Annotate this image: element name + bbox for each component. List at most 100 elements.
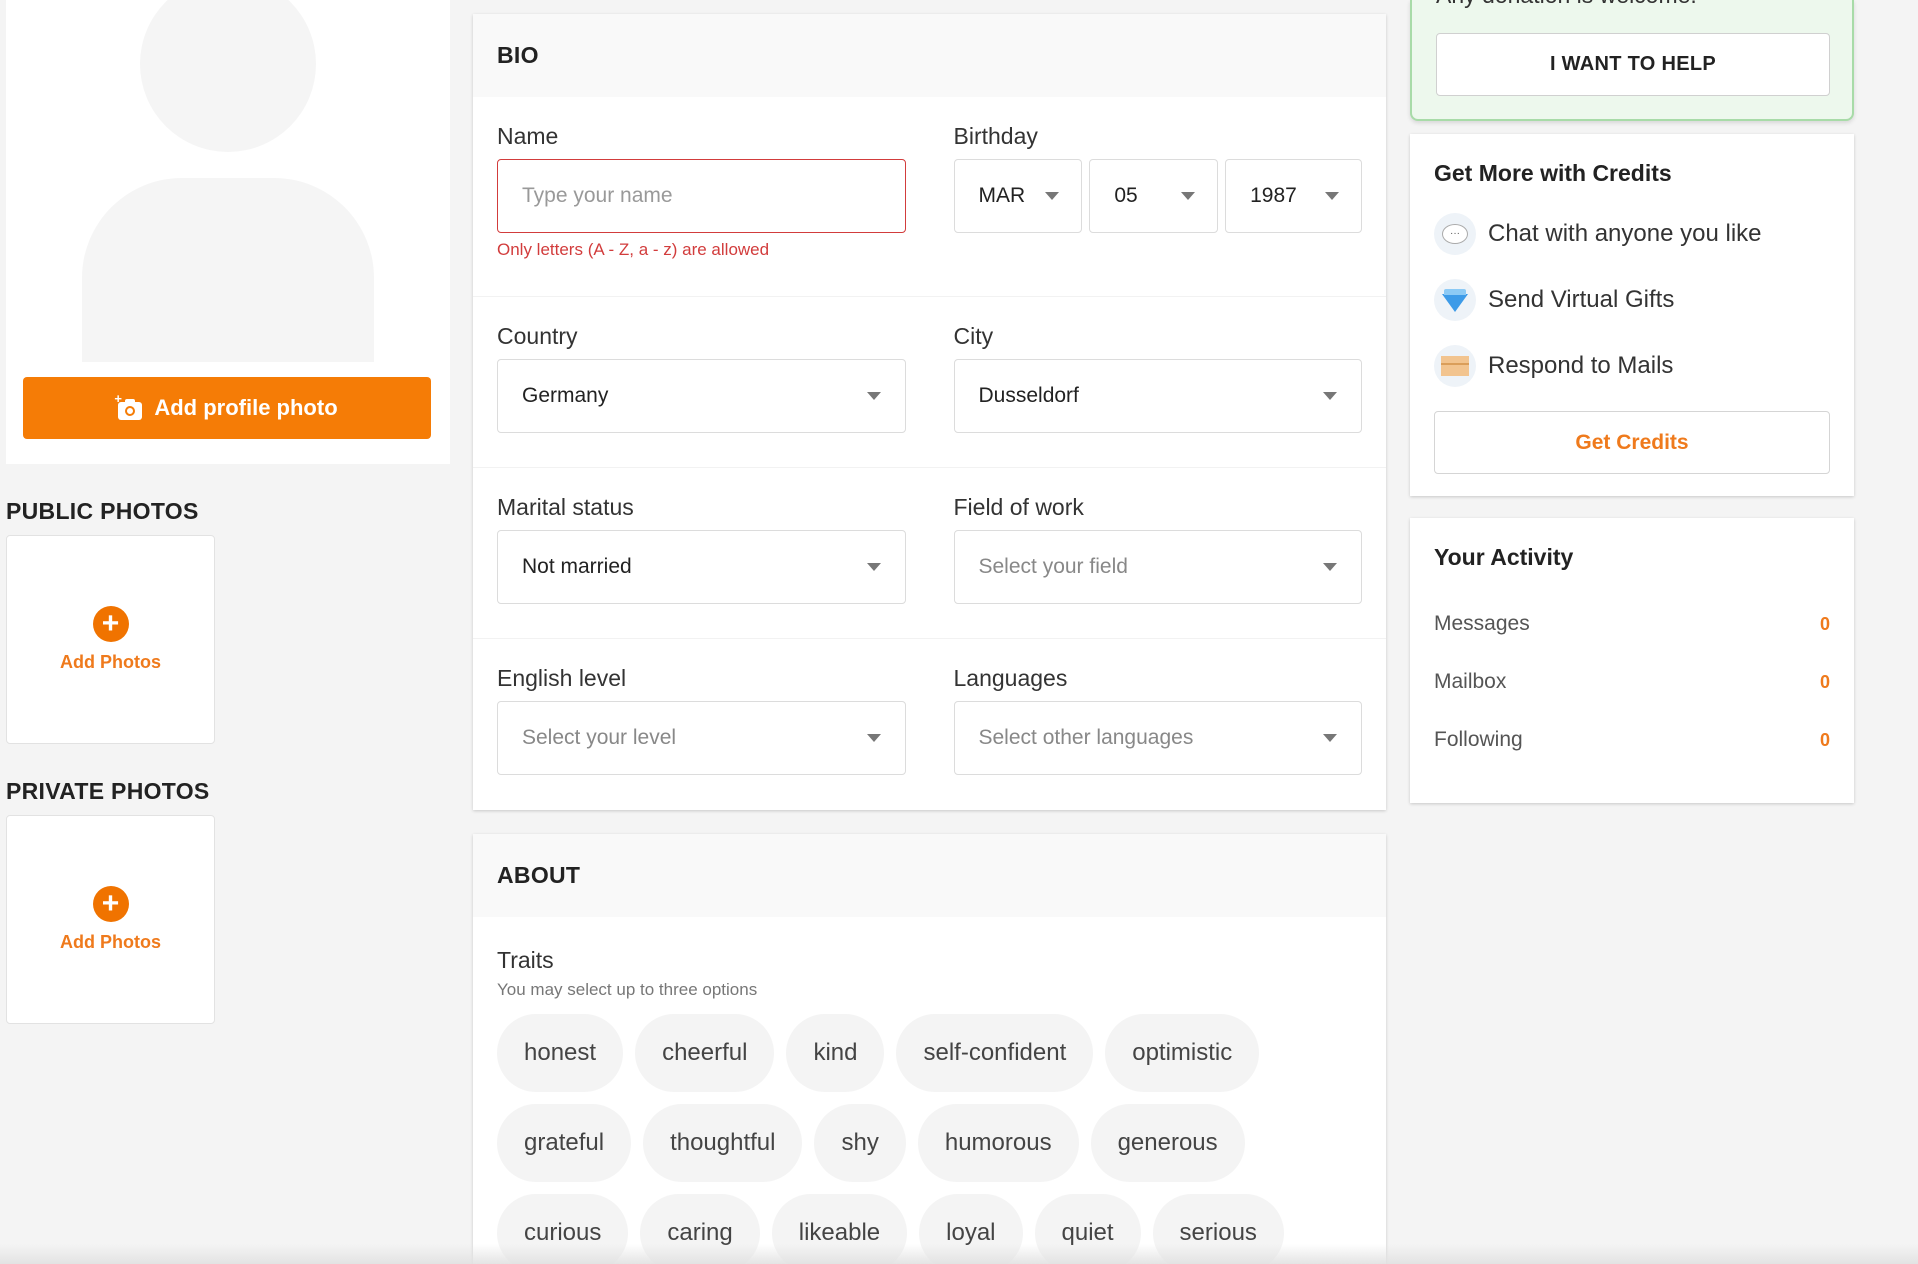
trait-chip-likeable[interactable]: likeable [771,1194,908,1264]
add-profile-photo-button[interactable]: + Add profile photo [23,377,431,439]
add-photos-label: Add Photos [60,652,161,672]
marital-status-select[interactable]: Not married [497,530,906,604]
field-of-work-select[interactable]: Select your field [953,530,1362,604]
activity-row-messages[interactable]: Messages 0 [1434,595,1830,653]
marital-status-value: Not married [522,555,632,578]
left-column: + Add profile photo PUBLIC PHOTOS + Add … [6,0,450,1024]
name-field-group: Name Only letters (A - Z, a - z) are all… [497,123,906,296]
chevron-down-icon [1323,392,1337,400]
add-private-photos-button[interactable]: + Add Photos [6,815,215,1024]
profile-photo-card: + Add profile photo [6,0,450,464]
trait-chip-cheerful[interactable]: cheerful [635,1014,775,1092]
add-camera-icon: + [114,392,143,420]
add-profile-photo-label: Add profile photo [154,395,338,420]
country-select[interactable]: Germany [497,359,906,433]
trait-chip-generous[interactable]: generous [1090,1104,1245,1182]
trait-chip-self-confident[interactable]: self-confident [896,1014,1094,1092]
feature-label: Chat with anyone you like [1488,220,1762,247]
get-credits-button[interactable]: Get Credits [1434,411,1830,474]
birthday-day-select[interactable]: 05 [1089,159,1219,233]
add-photos-label: Add Photos [60,932,161,952]
traits-list: honest cheerful kind self-confident optimist… [497,1014,1357,1264]
english-level-select[interactable]: Select your level [497,701,906,775]
traits-hint: You may select up to three options [497,980,758,999]
avatar-placeholder-head [140,0,316,152]
main-column: BIO Name Only letters (A - Z, a - z) are… [473,14,1386,1264]
city-value: Dusseldorf [978,384,1079,407]
country-value: Germany [522,384,609,407]
trait-chip-quiet[interactable]: quiet [1034,1194,1141,1264]
city-label: City [953,323,994,349]
birthday-field-group: Birthday MAR 05 1987 [953,123,1363,296]
bio-row-location: Country Germany City Dusseldorf [473,297,1386,468]
bio-row-languages: English level Select your level Language… [473,639,1386,810]
activity-card: Your Activity Messages 0 Mailbox 0 Follo… [1410,518,1854,803]
bio-card: BIO Name Only letters (A - Z, a - z) are… [473,14,1386,810]
about-card: ABOUT Traits You may select up to three … [473,834,1386,1264]
name-error-message: Only letters (A - Z, a - z) are allowed [497,240,770,259]
trait-chip-caring[interactable]: caring [640,1194,760,1264]
activity-row-mailbox[interactable]: Mailbox 0 [1434,653,1830,711]
chevron-down-icon [866,392,881,400]
feature-item: ··· Chat with anyone you like [1434,213,1830,255]
public-photos-title: PUBLIC PHOTOS [6,498,199,524]
field-of-work-label: Field of work [953,494,1084,520]
trait-chip-grateful[interactable]: grateful [497,1104,632,1182]
city-select[interactable]: Dusseldorf [953,359,1362,433]
traits-label: Traits [497,947,554,973]
english-level-label: English level [497,665,627,691]
languages-select[interactable]: Select other languages [953,701,1362,775]
languages-placeholder: Select other languages [978,726,1194,749]
trait-chip-humorous[interactable]: humorous [917,1104,1079,1182]
feature-item: Respond to Mails [1434,345,1830,387]
bio-title: BIO [473,14,1386,97]
name-label: Name [497,123,559,149]
trait-chip-kind[interactable]: kind [786,1014,885,1092]
plus-circle-icon: + [92,606,129,642]
chat-bubble-icon: ··· [1434,213,1476,255]
chevron-down-icon [1323,563,1337,571]
chevron-down-icon [1323,734,1337,742]
english-level-placeholder: Select your level [522,726,677,749]
trait-chip-thoughtful[interactable]: thoughtful [643,1104,803,1182]
donation-text: Any donation is welcome. [1436,0,1697,9]
activity-label: Mailbox [1434,670,1507,693]
birthday-year-value: 1987 [1250,184,1297,207]
add-public-photos-button[interactable]: + Add Photos [6,535,215,744]
diamond-icon [1434,279,1476,321]
private-photos-title: PRIVATE PHOTOS [6,778,210,804]
chevron-down-icon [1045,192,1060,200]
name-input[interactable] [497,159,906,233]
about-title: ABOUT [473,834,1386,917]
trait-chip-optimistic[interactable]: optimistic [1105,1014,1260,1092]
country-label: Country [497,323,578,349]
credits-card: Get More with Credits ··· Chat with anyo… [1410,134,1854,496]
birthday-month-select[interactable]: MAR [953,159,1083,233]
birthday-month-value: MAR [978,184,1026,207]
languages-label: Languages [953,665,1068,691]
trait-chip-curious[interactable]: curious [497,1194,629,1264]
trait-chip-shy[interactable]: shy [814,1104,906,1182]
trait-chip-serious[interactable]: serious [1152,1194,1284,1264]
feature-label: Send Virtual Gifts [1488,286,1675,313]
activity-title: Your Activity [1434,544,1574,570]
birthday-label: Birthday [953,123,1038,149]
avatar-placeholder-body [82,178,374,362]
activity-label: Messages [1434,612,1530,635]
chevron-down-icon [866,563,881,571]
birthday-year-select[interactable]: 1987 [1225,159,1363,233]
feature-label: Respond to Mails [1488,352,1674,379]
chevron-down-icon [1325,192,1340,200]
i-want-to-help-button[interactable]: I WANT TO HELP [1436,33,1830,96]
plus-circle-icon: + [92,886,129,922]
chevron-down-icon [1181,192,1196,200]
field-of-work-placeholder: Select your field [978,555,1128,578]
activity-row-following[interactable]: Following 0 [1434,711,1830,769]
trait-chip-loyal[interactable]: loyal [919,1194,1023,1264]
bio-row-name-birthday: Name Only letters (A - Z, a - z) are all… [473,97,1386,297]
trait-chip-honest[interactable]: honest [497,1014,624,1092]
right-column: Any donation is welcome. I WANT TO HELP … [1410,0,1854,803]
bio-row-status-work: Marital status Not married Field of work… [473,468,1386,639]
credits-title: Get More with Credits [1434,160,1672,186]
activity-count: 0 [1819,613,1830,634]
